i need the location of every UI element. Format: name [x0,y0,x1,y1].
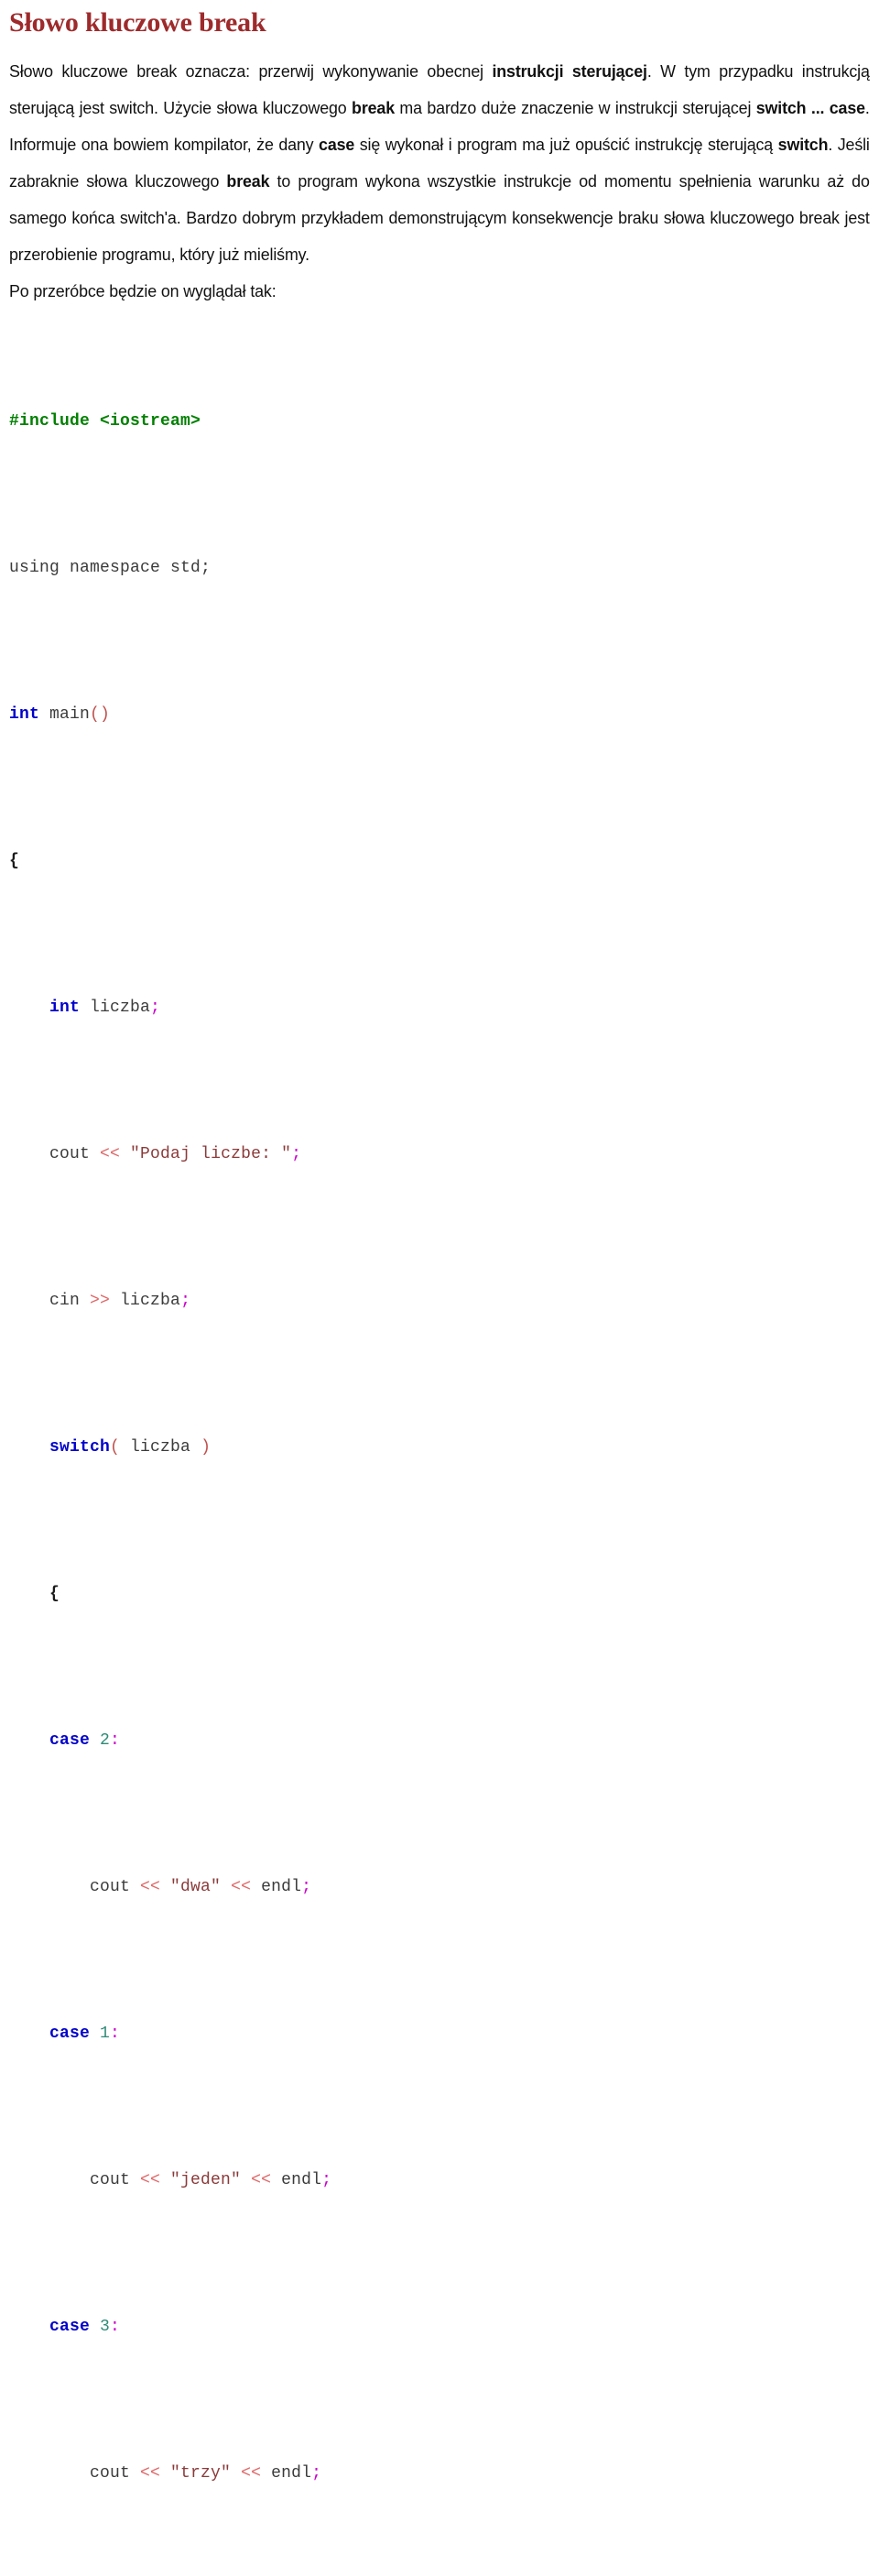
code-token-number: 1 [90,2024,111,2043]
paragraph-emphasis: switch ... case [755,97,865,117]
code-line: using namespace std; [9,550,870,586]
code-token-semicolon: ; [150,998,161,1017]
paragraph-intro: Słowo kluczowe break oznacza: przerwij w… [9,53,870,273]
code-token-paren: ( [110,1437,121,1457]
code-token-plain: liczba [110,1291,181,1310]
code-token-keyword: switch [49,1437,111,1457]
code-token-keyword: int [49,998,81,1017]
paragraph-text-segment: Słowo kluczowe break oznacza: przerwij w… [9,60,493,81]
code-token-plain: endl [251,1877,302,1896]
code-token-semicolon: ; [180,1291,191,1310]
code-token-operator: << [140,2170,161,2189]
code-line: cout << "trzy" << endl; [9,2455,870,2492]
code-line: int main() [9,696,870,733]
code-token-plain: endl [271,2170,322,2189]
paragraph-emphasis: switch [777,134,829,154]
code-line: case 3: [9,2309,870,2345]
code-token-keyword: case [49,1730,91,1750]
code-token-operator: << [140,1877,161,1896]
code-line: switch( liczba ) [9,1429,870,1466]
code-token-plain: using namespace std; [9,558,212,577]
code-token-brace: { [49,1584,60,1603]
code-token-semicolon: ; [321,2170,332,2189]
paragraph-emphasis: break [226,170,270,191]
code-line: #include <iostream> [9,403,870,440]
code-listing: #include <iostream> using namespace std;… [9,330,870,2576]
code-token-operator: << [140,2463,161,2483]
code-token-semicolon: ; [291,1144,302,1163]
code-token-keyword: int [9,704,40,724]
code-line: cout << "Podaj liczbe: "; [9,1136,870,1173]
paragraph-text-segment: ma bardzo duże znaczenie w instrukcji st… [394,97,756,117]
code-token-string: "Podaj liczbe: " [120,1144,292,1163]
intro-paragraph-block: Słowo kluczowe break oznacza: przerwij w… [9,53,870,310]
document-page: Słowo kluczowe break Słowo kluczowe brea… [0,0,879,2576]
code-line: int liczba; [9,989,870,1026]
code-token-semicolon: ; [311,2463,322,2483]
paragraph-text-segment: się wykonał i program ma już opuścić ins… [354,134,778,154]
code-token-preprocessor: #include <iostream> [9,411,201,431]
paragraph-emphasis: break [352,97,395,117]
code-token-brace: { [9,851,20,870]
code-token-plain: cout [90,1877,141,1896]
paragraph-lead-in: Po przeróbce będzie on wyglądał tak: [9,280,277,300]
code-token-semicolon: ; [301,1877,312,1896]
code-token-plain: liczba [120,1437,201,1457]
code-token-operator: >> [90,1291,111,1310]
paragraph-emphasis: instrukcji sterującej [492,60,647,81]
code-line: cout << "dwa" << endl; [9,1869,870,1905]
code-token-paren: () [90,704,111,724]
code-token-string: "jeden" [160,2170,252,2189]
code-token-number: 3 [90,2317,111,2336]
code-token-operator: << [251,2170,272,2189]
paragraph-emphasis: case [319,134,355,154]
code-token-paren: ) [201,1437,212,1457]
code-line: cout << "jeden" << endl; [9,2162,870,2199]
code-token-string: "trzy" [160,2463,242,2483]
code-token-plain: endl [261,2463,312,2483]
code-token-plain: cout [90,2463,141,2483]
code-line: case 1: [9,2015,870,2052]
code-token-plain: cin [49,1291,91,1310]
code-token-plain: cout [49,1144,101,1163]
code-token-number: 2 [90,1730,111,1750]
page-title: Słowo kluczowe break [9,7,266,38]
code-token-keyword: case [49,2317,91,2336]
code-token-colon: : [110,2024,121,2043]
code-token-colon: : [110,2317,121,2336]
code-token-plain: cout [90,2170,141,2189]
code-token-colon: : [110,1730,121,1750]
code-token-plain: main [39,704,91,724]
code-line: { [9,843,870,879]
code-token-keyword: case [49,2024,91,2043]
code-line: { [9,1576,870,1612]
code-token-operator: << [100,1144,121,1163]
code-token-operator: << [231,1877,252,1896]
code-token-plain: liczba [80,998,151,1017]
code-token-string: "dwa" [160,1877,232,1896]
code-line: case 2: [9,1722,870,1759]
code-token-operator: << [241,2463,262,2483]
